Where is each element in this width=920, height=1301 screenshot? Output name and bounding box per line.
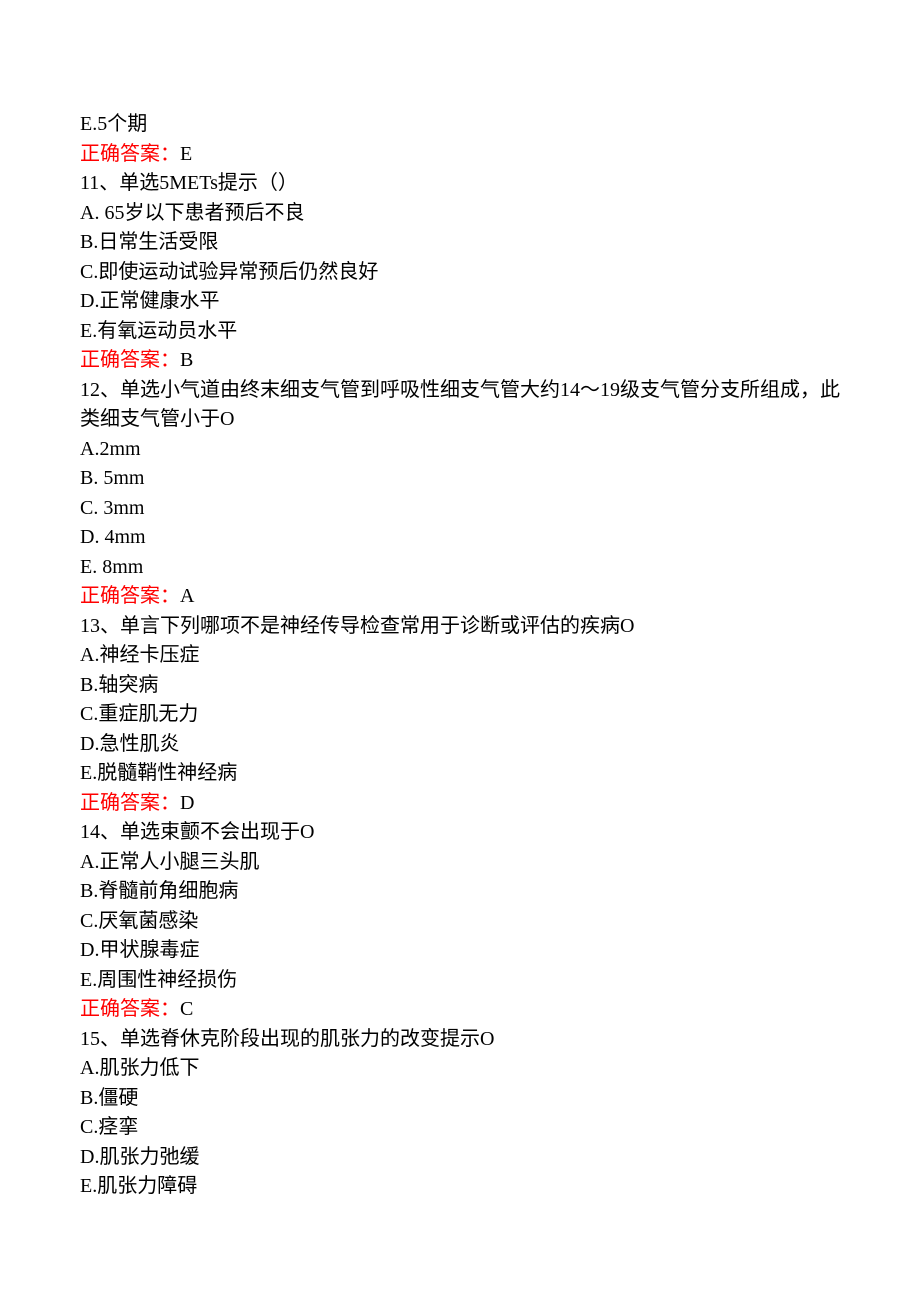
q12-answer: 正确答案：A [80,582,840,612]
q12-option-b: B. 5mm [80,464,840,494]
q11-option-d: D.正常健康水平 [80,287,840,317]
q11-option-b: B.日常生活受限 [80,228,840,258]
q13-stem: 13、单言下列哪项不是神经传导检查常用于诊断或评估的疾病O [80,612,840,642]
q13-option-c: C.重症肌无力 [80,700,840,730]
answer-label: 正确答案： [80,349,180,371]
q14-answer: 正确答案：C [80,995,840,1025]
q13-option-a: A.神经卡压症 [80,641,840,671]
q12-stem: 12、单选小气道由终末细支气管到呼吸性细支气管大约14～19级支气管分支所组成，… [80,376,840,435]
q15-option-a: A.肌张力低下 [80,1054,840,1084]
q12-option-c: C. 3mm [80,494,840,524]
q11-answer: 正确答案：B [80,346,840,376]
q15-option-c: C.痉挛 [80,1113,840,1143]
answer-value: E [180,143,192,165]
answer-label: 正确答案： [80,143,180,165]
answer-label: 正确答案： [80,792,180,814]
q11-stem: 11、单选5METs提示（） [80,169,840,199]
q15-option-d: D.肌张力弛缓 [80,1143,840,1173]
q11-option-a: A. 65岁以下患者预后不良 [80,199,840,229]
document-page: E.5个期 正确答案：E 11、单选5METs提示（） A. 65岁以下患者预后… [0,0,920,1262]
q13-option-e: E.脱髓鞘性神经病 [80,759,840,789]
answer-label: 正确答案： [80,585,180,607]
q15-option-e: E.肌张力障碍 [80,1172,840,1202]
q12-option-a: A.2mm [80,435,840,465]
q10-option-e: E.5个期 [80,110,840,140]
q13-option-b: B.轴突病 [80,671,840,701]
q14-option-e: E.周围性神经损伤 [80,966,840,996]
q15-option-b: B.僵硬 [80,1084,840,1114]
q13-answer: 正确答案：D [80,789,840,819]
q10-answer: 正确答案：E [80,140,840,170]
q14-stem: 14、单选束颤不会出现于O [80,818,840,848]
q12-option-d: D. 4mm [80,523,840,553]
answer-value: B [180,349,193,371]
q14-option-d: D.甲状腺毒症 [80,936,840,966]
answer-label: 正确答案： [80,998,180,1020]
q14-option-c: C.厌氧菌感染 [80,907,840,937]
answer-value: A [180,585,194,607]
q12-option-e: E. 8mm [80,553,840,583]
q14-option-a: A.正常人小腿三头肌 [80,848,840,878]
answer-value: D [180,792,194,814]
q14-option-b: B.脊髓前角细胞病 [80,877,840,907]
q13-option-d: D.急性肌炎 [80,730,840,760]
q11-option-c: C.即使运动试验异常预后仍然良好 [80,258,840,288]
answer-value: C [180,998,193,1020]
q15-stem: 15、单选脊休克阶段出现的肌张力的改变提示O [80,1025,840,1055]
q11-option-e: E.有氧运动员水平 [80,317,840,347]
